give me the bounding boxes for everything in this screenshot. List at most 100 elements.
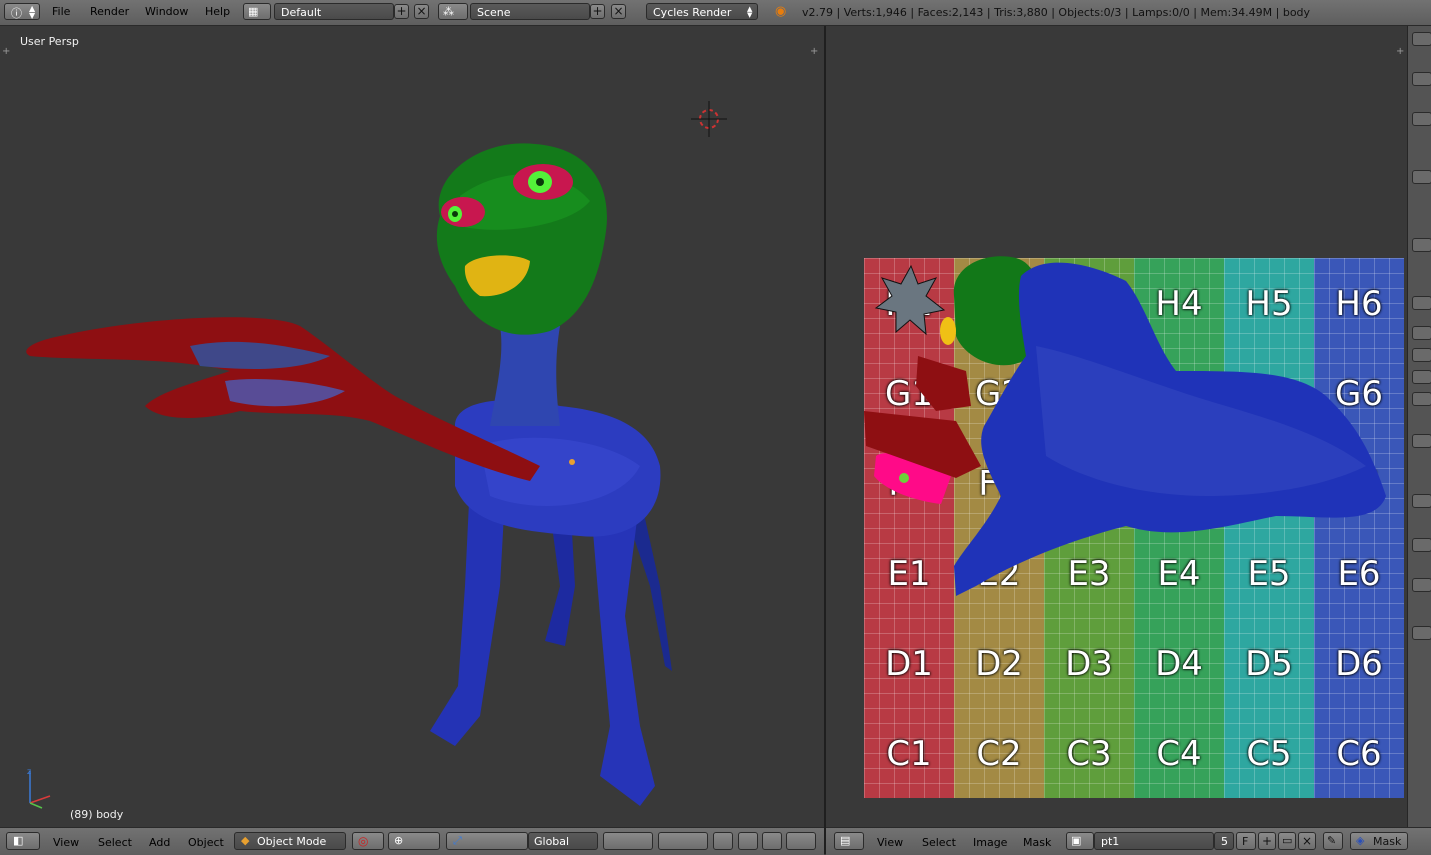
interaction-mode-dropdown[interactable]: ◆ Object Mode <box>234 832 346 850</box>
uv-grid-cell: G1 <box>864 348 954 438</box>
3d-cursor-icon[interactable] <box>691 101 727 137</box>
delete-scene-button[interactable]: × <box>611 4 626 19</box>
uv-grid-cell-label: D4 <box>1155 644 1203 684</box>
render-engine-dropdown[interactable]: Cycles Render ▲ ▼ <box>646 3 758 20</box>
property-field[interactable] <box>1412 392 1431 406</box>
editor-type-info-button[interactable]: ⓘ ▲ ▼ <box>4 3 40 20</box>
transform-manipulator-group[interactable]: ⤢ <box>446 832 528 850</box>
render-preview-button[interactable] <box>713 832 733 850</box>
menu-render[interactable]: Render <box>90 5 129 18</box>
snap-button[interactable] <box>762 832 782 850</box>
uv-grid-cell: E4 <box>1134 528 1224 618</box>
property-field[interactable] <box>1412 538 1431 552</box>
open-image-button[interactable]: ▭ <box>1278 832 1296 850</box>
plus-icon: + <box>396 4 407 18</box>
delete-screen-button[interactable]: × <box>414 4 429 19</box>
object-tab-button[interactable] <box>1412 238 1431 252</box>
property-field[interactable] <box>1412 370 1431 384</box>
scene-field[interactable]: Scene <box>470 3 590 20</box>
uv-grid-cell: H3 <box>1044 258 1134 348</box>
uv-grid-cell-label: D6 <box>1335 644 1383 684</box>
menu-select[interactable]: Select <box>922 836 956 849</box>
image-icon: ▣ <box>1071 834 1082 847</box>
screen-layout-field[interactable]: Default <box>274 3 394 20</box>
uv-grid-cell-label: F4 <box>1158 464 1200 504</box>
world-tab-button[interactable] <box>1412 170 1431 184</box>
uv-grid-cell: D2 <box>954 618 1044 708</box>
scene-selector[interactable]: ⁂ <box>438 3 468 20</box>
add-scene-button[interactable]: + <box>590 4 605 19</box>
info-header: ⓘ ▲ ▼ File Render Window Help ▦ Default +… <box>0 0 1431 26</box>
constraints-tab-button[interactable] <box>1412 296 1431 310</box>
pin-image-button[interactable]: ✎ <box>1323 832 1343 850</box>
viewport-shading-dropdown[interactable]: ◎ <box>352 832 384 850</box>
transform-orientation-dropdown[interactable]: Global <box>528 832 598 850</box>
menu-help[interactable]: Help <box>205 5 230 18</box>
image-name-field[interactable]: pt1 <box>1094 832 1214 850</box>
uv-grid-cell-label: F1 <box>888 464 930 504</box>
property-field[interactable] <box>1412 494 1431 508</box>
render-layers-tab-button[interactable] <box>1412 72 1431 86</box>
proportional-edit-button[interactable] <box>738 832 758 850</box>
uv-image-editor[interactable]: + G1G2G3H4H5G6H1H2H3H4H5H6G1G2G3G4G5G6F1… <box>826 26 1407 827</box>
render-tab-button[interactable] <box>1412 32 1431 46</box>
creature-mesh[interactable] <box>26 143 672 806</box>
layers-group-2[interactable] <box>658 832 708 850</box>
editor-type-image-button[interactable]: ▤ <box>834 832 864 850</box>
menu-window[interactable]: Window <box>145 5 188 18</box>
uv-grid-cell-label: H4 <box>1155 284 1203 324</box>
menu-object[interactable]: Object <box>188 836 224 849</box>
close-icon: × <box>1302 834 1313 848</box>
property-field[interactable] <box>1412 626 1431 640</box>
property-field[interactable] <box>1412 348 1431 362</box>
screen-layout-selector[interactable]: ▦ <box>243 3 271 20</box>
menu-view[interactable]: View <box>53 836 79 849</box>
uv-grid-cell-label: E4 <box>1157 554 1201 594</box>
screen-layout-value: Default <box>281 6 322 19</box>
unlink-image-button[interactable]: × <box>1298 832 1316 850</box>
uv-grid-cell-label: D5 <box>1245 644 1293 684</box>
uv-grid-cell: D5 <box>1224 618 1314 708</box>
uv-grid-cell-label: F3 <box>1068 464 1110 504</box>
object-mode-icon: ◆ <box>241 834 250 847</box>
menu-add[interactable]: Add <box>149 836 170 849</box>
plus-icon: + <box>1262 834 1273 848</box>
property-field[interactable] <box>1412 434 1431 448</box>
uv-test-grid-image[interactable]: G1G2G3H4H5G6H1H2H3H4H5H6G1G2G3G4G5G6F1F2… <box>864 258 1407 827</box>
close-icon: × <box>416 4 427 18</box>
menu-mask[interactable]: Mask <box>1023 836 1051 849</box>
menu-select[interactable]: Select <box>98 836 132 849</box>
scene-tab-button[interactable] <box>1412 112 1431 126</box>
uv-grid-cell-label: C4 <box>1156 734 1202 774</box>
property-field[interactable] <box>1412 578 1431 592</box>
uv-grid-cell: H5 <box>1224 258 1314 348</box>
uv-grid-cell: G5 <box>1224 348 1314 438</box>
fake-user-button[interactable]: F <box>1236 832 1256 850</box>
editor-type-3d-view-button[interactable]: ◧ <box>6 832 40 850</box>
uv-grid-cell-label: F2 <box>978 464 1020 504</box>
mask-mode-dropdown[interactable]: ◈ Mask <box>1350 832 1408 850</box>
menu-view[interactable]: View <box>877 836 903 849</box>
menu-image[interactable]: Image <box>973 836 1007 849</box>
uv-grid-cell: G2 <box>954 348 1044 438</box>
uv-grid-cell: F5 <box>1224 438 1314 528</box>
browse-image-button[interactable]: ▣ <box>1066 832 1094 850</box>
uv-grid-cell-label: E2 <box>977 554 1021 594</box>
uv-grid-cell: G6 <box>1314 348 1404 438</box>
add-screen-button[interactable]: + <box>394 4 409 19</box>
uv-grid-cell-label: C2 <box>976 734 1022 774</box>
uv-grid-cell: H6 <box>1314 258 1404 348</box>
plus-icon: + <box>592 4 603 18</box>
uv-grid-cell-label: E5 <box>1247 554 1291 594</box>
3d-viewport[interactable]: User Persp + + z (89) body <box>0 26 824 827</box>
property-field[interactable] <box>1412 326 1431 340</box>
uv-grid-cell-label: H3 <box>1065 284 1113 324</box>
image-users-count[interactable]: 5 <box>1214 832 1234 850</box>
menu-file[interactable]: File <box>52 5 70 18</box>
properties-panel-strip[interactable] <box>1407 26 1431 854</box>
new-image-button[interactable]: + <box>1258 832 1276 850</box>
layers-group-1[interactable] <box>603 832 653 850</box>
pivot-manipulator-group[interactable]: ⊕ <box>388 832 440 850</box>
snap-element-button[interactable] <box>786 832 816 850</box>
area-split-icon[interactable]: + <box>1396 46 1404 57</box>
